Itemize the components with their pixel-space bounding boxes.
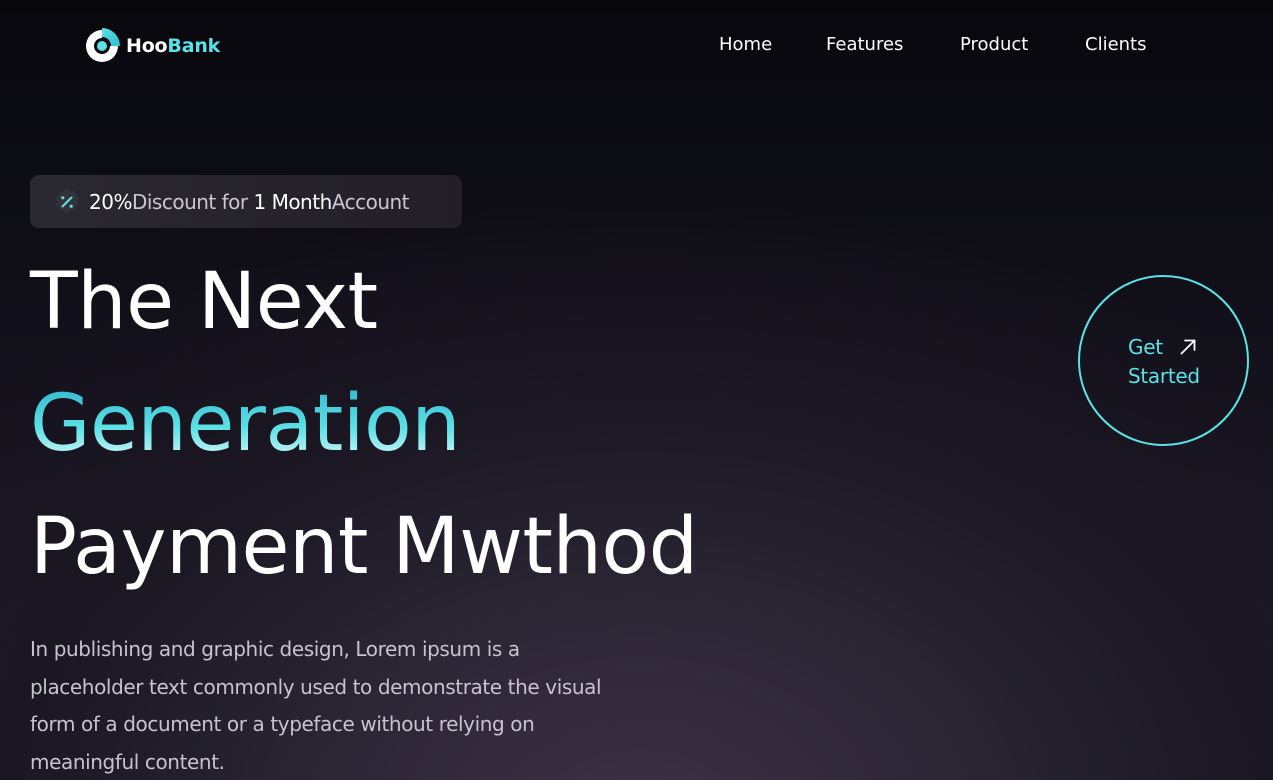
nav-features-link[interactable]: Features — [826, 34, 903, 55]
get-started-label-line-1: Get — [1128, 335, 1163, 359]
discount-duration: 1 Month — [253, 189, 332, 214]
nav-product-link[interactable]: Product — [960, 34, 1028, 55]
discount-text-part2: Account — [331, 189, 410, 214]
main-nav: Home Features Product Clients — [0, 34, 1273, 60]
nav-clients-link[interactable]: Clients — [1085, 34, 1147, 55]
hero-description: In publishing and graphic design, Lorem … — [30, 637, 602, 774]
get-started-button[interactable]: Get Started — [1078, 275, 1249, 446]
discount-text-part1: Discount for — [131, 189, 254, 214]
discount-badge: 20%Discount for 1 MonthAccount — [30, 175, 462, 228]
arrow-up-right-icon — [1180, 339, 1196, 355]
discount-percent-icon — [55, 188, 80, 213]
hero-title-line-2: Generation — [30, 379, 461, 469]
hero-title-line-3: Payment Mwthod — [30, 502, 698, 592]
get-started-label-line-2: Started — [1128, 364, 1200, 388]
hero-title-line-1: The Next — [30, 257, 378, 347]
discount-text: 20%Discount for 1 MonthAccount — [89, 189, 410, 214]
discount-value: 20% — [89, 189, 132, 214]
nav-home-link[interactable]: Home — [719, 34, 772, 55]
